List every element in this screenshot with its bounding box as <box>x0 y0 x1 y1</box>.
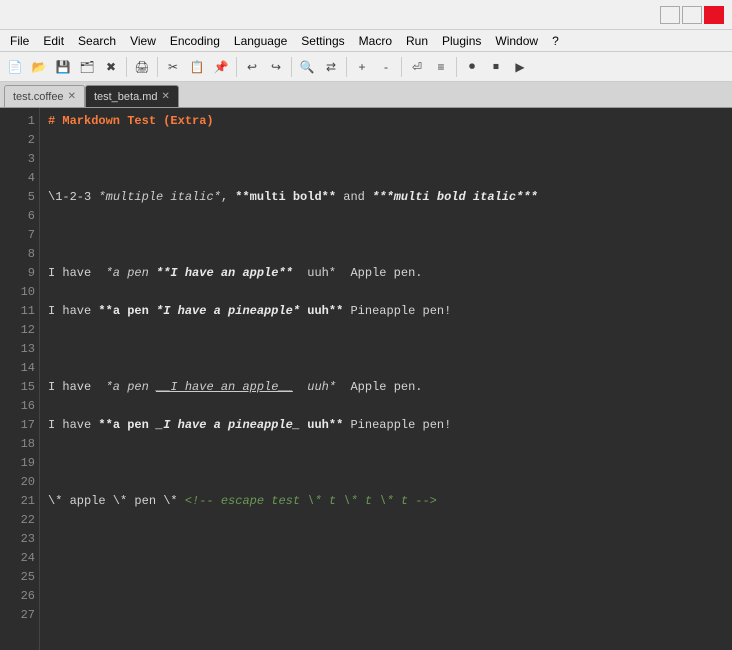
menu-plugins[interactable]: Plugins <box>436 30 487 51</box>
line-4 <box>48 226 724 245</box>
menu-run[interactable]: Run <box>400 30 434 51</box>
menu-bar: File Edit Search View Encoding Language … <box>0 30 732 52</box>
line-2 <box>48 150 724 169</box>
menu-window[interactable]: Window <box>489 30 544 51</box>
menu-search[interactable]: Search <box>72 30 122 51</box>
save-all-button[interactable]: 🗂 <box>76 56 98 78</box>
toolbar-sep-1 <box>126 57 127 77</box>
undo-button[interactable]: ↩ <box>241 56 263 78</box>
menu-settings[interactable]: Settings <box>295 30 350 51</box>
tab-test-coffee[interactable]: test.coffee ✕ <box>4 85 85 107</box>
minimize-button[interactable] <box>660 6 680 24</box>
copy-button[interactable]: 📋 <box>186 56 208 78</box>
open-button[interactable]: 📂 <box>28 56 50 78</box>
close-button[interactable] <box>704 6 724 24</box>
tab-label: test_beta.md <box>94 91 158 103</box>
menu-encoding[interactable]: Encoding <box>164 30 226 51</box>
toolbar-sep-3 <box>236 57 237 77</box>
toolbar-sep-2 <box>157 57 158 77</box>
zoom-in-button[interactable]: + <box>351 56 373 78</box>
macro-stop-button[interactable]: ⏹ <box>485 56 507 78</box>
line-numbers: 1 2 3 4 5 6 7 8 9 10 11 12 13 14 15 16 1… <box>0 108 40 650</box>
menu-edit[interactable]: Edit <box>37 30 70 51</box>
close-button[interactable]: ✖ <box>100 56 122 78</box>
tab-close-icon[interactable]: ✕ <box>68 91 76 102</box>
line-12 <box>48 530 724 549</box>
zoom-out-button[interactable]: - <box>375 56 397 78</box>
menu-file[interactable]: File <box>4 30 35 51</box>
maximize-button[interactable] <box>682 6 702 24</box>
toolbar-sep-4 <box>291 57 292 77</box>
menu-macro[interactable]: Macro <box>353 30 398 51</box>
indent-button[interactable]: ≡ <box>430 56 452 78</box>
editor-area: 1 2 3 4 5 6 7 8 9 10 11 12 13 14 15 16 1… <box>0 108 732 650</box>
menu-language[interactable]: Language <box>228 30 293 51</box>
tab-label: test.coffee <box>13 91 64 103</box>
line-10 <box>48 454 724 473</box>
line-3: \1-2-3 *multiple italic*, **multi bold**… <box>48 188 724 207</box>
code-editor[interactable]: # Markdown Test (Extra) \1-2-3 *multiple… <box>40 108 732 650</box>
line-9: I have **a pen _I have a pineapple_ uuh*… <box>48 416 724 435</box>
paste-button[interactable]: 📌 <box>210 56 232 78</box>
line-8: I have *a pen __I have an apple__ uuh* A… <box>48 378 724 397</box>
toolbar: 📄 📂 💾 🗂 ✖ 🖨 ✂ 📋 📌 ↩ ↪ 🔍 ⇄ + - ⏎ ≡ ⏺ ⏹ ▶ <box>0 52 732 82</box>
line-1: # Markdown Test (Extra) <box>48 112 724 131</box>
new-button[interactable]: 📄 <box>4 56 26 78</box>
window-controls <box>660 6 724 24</box>
line-5: I have *a pen **I have an apple** uuh* A… <box>48 264 724 283</box>
menu-view[interactable]: View <box>124 30 162 51</box>
macro-record-button[interactable]: ⏺ <box>461 56 483 78</box>
line-11: \* apple \* pen \* <!-- escape test \* t… <box>48 492 724 511</box>
macro-play-button[interactable]: ▶ <box>509 56 531 78</box>
toolbar-sep-6 <box>401 57 402 77</box>
toolbar-sep-7 <box>456 57 457 77</box>
title-bar <box>0 0 732 30</box>
tab-bar: test.coffee ✕ test_beta.md ✕ <box>0 82 732 108</box>
replace-button[interactable]: ⇄ <box>320 56 342 78</box>
line-7 <box>48 340 724 359</box>
tab-test-beta-md[interactable]: test_beta.md ✕ <box>85 85 179 107</box>
save-button[interactable]: 💾 <box>52 56 74 78</box>
line-13 <box>48 568 724 587</box>
wordwrap-button[interactable]: ⏎ <box>406 56 428 78</box>
redo-button[interactable]: ↪ <box>265 56 287 78</box>
menu-help[interactable]: ? <box>546 30 565 51</box>
line-6: I have **a pen *I have a pineapple* uuh*… <box>48 302 724 321</box>
find-button[interactable]: 🔍 <box>296 56 318 78</box>
cut-button[interactable]: ✂ <box>162 56 184 78</box>
tab-close-icon[interactable]: ✕ <box>162 91 170 102</box>
toolbar-sep-5 <box>346 57 347 77</box>
print-button[interactable]: 🖨 <box>131 56 153 78</box>
